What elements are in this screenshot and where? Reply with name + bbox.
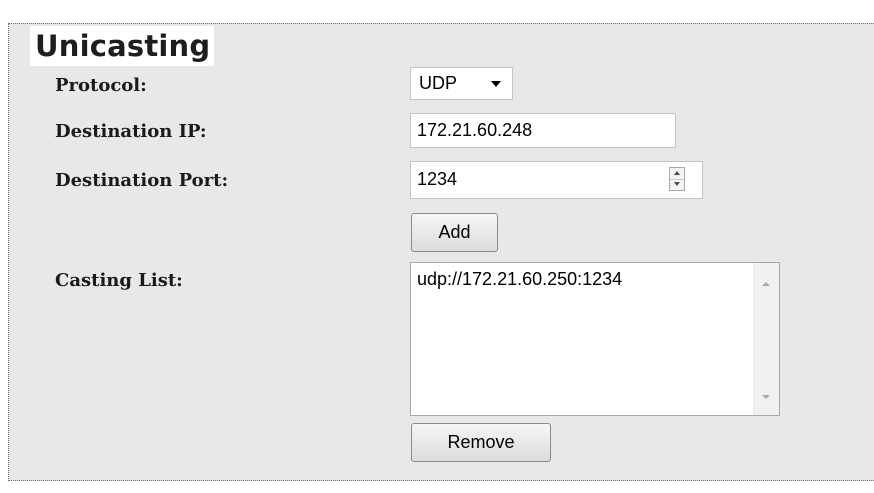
protocol-select[interactable]: UDP (410, 67, 513, 100)
destination-port-value: 1234 (417, 169, 458, 189)
destination-ip-label: Destination IP: (55, 121, 207, 142)
protocol-label: Protocol: (55, 75, 147, 96)
destination-ip-input[interactable]: 172.21.60.248 (410, 113, 676, 148)
destination-port-label: Destination Port: (55, 170, 229, 191)
casting-list[interactable]: udp://172.21.60.250:1234 (410, 262, 780, 416)
spin-down-icon[interactable] (670, 179, 684, 190)
destination-ip-value: 172.21.60.248 (417, 120, 533, 140)
section-title: Unicasting (30, 26, 215, 66)
destination-port-input[interactable]: 1234 (410, 161, 703, 199)
casting-list-label: Casting List: (55, 270, 183, 291)
scroll-down-icon[interactable] (762, 395, 770, 399)
remove-button[interactable]: Remove (411, 423, 551, 462)
protocol-value: UDP (419, 73, 458, 93)
chevron-down-icon (491, 81, 501, 87)
port-stepper[interactable] (669, 167, 685, 191)
add-button[interactable]: Add (411, 213, 498, 252)
list-scrollbar[interactable] (753, 263, 779, 415)
scroll-up-icon[interactable] (762, 282, 770, 286)
list-item[interactable]: udp://172.21.60.250:1234 (417, 269, 622, 290)
